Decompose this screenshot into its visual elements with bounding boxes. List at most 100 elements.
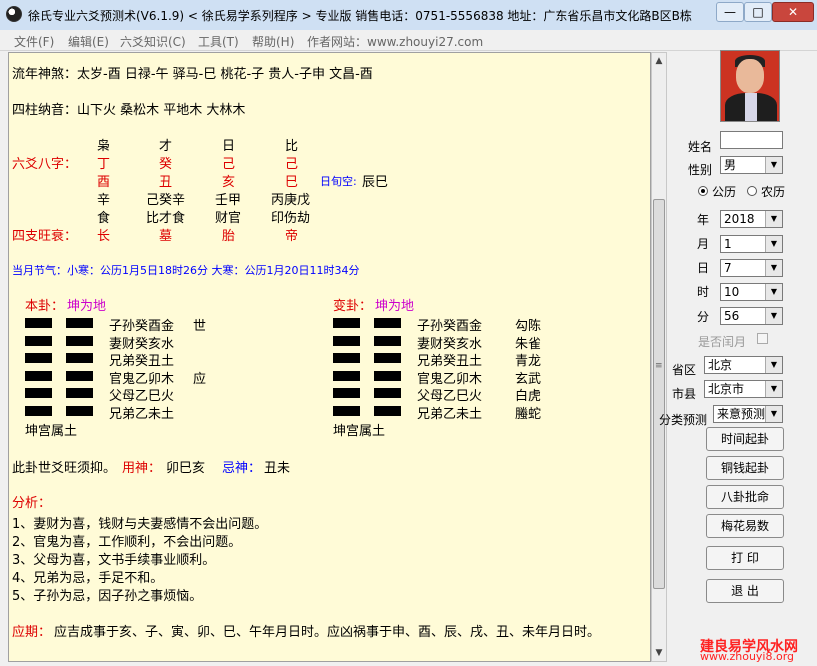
- minimize-button[interactable]: —: [716, 2, 744, 22]
- ben-yao-1-segment-1: [25, 318, 52, 328]
- menu-tools[interactable]: 工具(T): [198, 33, 239, 50]
- bian-yao-6-segment-2: [374, 405, 401, 416]
- bian-yao-1-segment-2: [374, 318, 401, 328]
- ben-yao-text-3: 兄弟癸丑土: [109, 354, 175, 369]
- month-select[interactable]: 1 ▼: [720, 235, 783, 253]
- yongshen-value: 卯巳亥: [166, 461, 206, 476]
- six-god-6: 螣蛇: [515, 406, 542, 422]
- bian-yao-text-3: 兄弟癸丑土: [417, 354, 483, 369]
- minute-label: 分: [697, 310, 710, 324]
- vertical-scrollbar[interactable]: ▲ ≡ ▼: [651, 52, 667, 662]
- hour-select[interactable]: 10 ▼: [720, 283, 783, 301]
- analysis-item-4: 4、兄弟为忌，手足不和。: [12, 571, 164, 586]
- day-value: 7: [724, 261, 732, 275]
- chevron-down-icon[interactable]: ▼: [765, 284, 782, 300]
- minute-select[interactable]: 56 ▼: [720, 307, 783, 325]
- canggan-1: 辛: [97, 193, 111, 208]
- canggan-shishen-1: 食: [97, 211, 111, 226]
- branch-2: 丑: [159, 175, 173, 190]
- six-god-1: 勾陈: [515, 319, 542, 334]
- city-select[interactable]: 北京市 ▼: [704, 380, 783, 398]
- six-god-3: 青龙: [515, 354, 542, 369]
- solar-radio[interactable]: [698, 186, 708, 196]
- chevron-down-icon[interactable]: ▼: [765, 308, 782, 324]
- branch-1: 酉: [97, 175, 111, 190]
- wangshuai-label: 四支旺衰：: [12, 229, 78, 244]
- year-value: 2018: [724, 212, 755, 226]
- lunar-radio[interactable]: [747, 186, 757, 196]
- province-value: 北京: [708, 358, 733, 372]
- canggan-shishen-4: 印伤劫: [271, 211, 311, 226]
- canggan-shishen-3: 财官: [215, 211, 242, 226]
- shishen-2: 才: [159, 139, 173, 154]
- bian-yao-text-5: 父母乙巳火: [417, 389, 483, 404]
- minute-value: 56: [724, 309, 740, 323]
- name-input[interactable]: [720, 131, 783, 149]
- shishen-3: 日: [222, 139, 236, 154]
- xunkong-value: 辰巳: [362, 175, 389, 190]
- chevron-down-icon[interactable]: ▼: [765, 211, 782, 227]
- branch-3: 亥: [222, 175, 236, 190]
- scroll-down-arrow-icon[interactable]: ▼: [652, 645, 666, 661]
- ben-yao-text-4: 官鬼乙卯木: [109, 371, 175, 387]
- month-label: 月: [697, 237, 710, 251]
- time-divination-button[interactable]: 时间起卦: [706, 427, 784, 451]
- ben-palace: 坤宫属土: [25, 424, 78, 439]
- stem-2: 癸: [159, 157, 173, 172]
- chevron-down-icon[interactable]: ▼: [765, 406, 782, 422]
- gender-label: 性别: [688, 163, 713, 177]
- analysis-label: 分析：: [12, 496, 52, 511]
- menu-help[interactable]: 帮助(H): [252, 33, 294, 50]
- six-god-5: 白虎: [515, 389, 542, 404]
- day-select[interactable]: 7 ▼: [720, 259, 783, 277]
- bian-yao-text-6: 兄弟乙未土: [417, 406, 483, 422]
- ben-yao-text-5: 父母乙巳火: [109, 389, 175, 404]
- bian-yao-5-segment-2: [374, 388, 401, 398]
- coin-divination-button[interactable]: 铜钱起卦: [706, 456, 784, 480]
- result-text-area[interactable]: 流年神煞：太岁-酉 日禄-午 驿马-巳 桃花-子 贵人-子申 文昌-酉 四柱纳音…: [8, 52, 651, 662]
- scroll-up-arrow-icon[interactable]: ▲: [652, 53, 666, 69]
- menu-liuyao-knowledge[interactable]: 六爻知识(C): [120, 33, 186, 50]
- menu-file[interactable]: 文件(F): [14, 33, 54, 50]
- chevron-down-icon[interactable]: ▼: [765, 157, 782, 173]
- canggan-shishen-2: 比才食: [146, 211, 186, 226]
- leap-month-checkbox[interactable]: [757, 333, 768, 344]
- bian-yao-6-segment-1: [333, 405, 360, 416]
- jishen-value: 丑未: [264, 461, 291, 476]
- chevron-down-icon[interactable]: ▼: [765, 381, 782, 397]
- menu-author-website[interactable]: 作者网站：www.zhouyi27.com: [307, 33, 483, 50]
- ben-yao-6-segment-2: [66, 405, 93, 416]
- menu-bar: 文件(F) 编辑(E) 六爻知识(C) 工具(T) 帮助(H) 作者网站：www…: [0, 30, 817, 51]
- window-title: 徐氏专业六爻预测术(V6.1.9) < 徐氏易学系列程序 > 专业版 销售电话：…: [28, 9, 692, 23]
- nayin-line: 四柱纳音：山下火 桑松木 平地木 大林木: [12, 103, 246, 118]
- chevron-down-icon[interactable]: ▼: [765, 236, 782, 252]
- chevron-down-icon[interactable]: ▼: [765, 357, 782, 373]
- stem-1: 丁: [97, 157, 111, 172]
- bian-yao-text-2: 妻财癸亥水: [417, 336, 483, 352]
- leap-month-label: 是否闰月: [698, 335, 747, 349]
- exit-button[interactable]: 退 出: [706, 579, 784, 603]
- ben-yao-6-segment-1: [25, 405, 52, 416]
- year-select[interactable]: 2018 ▼: [720, 210, 783, 228]
- menu-edit[interactable]: 编辑(E): [68, 33, 109, 50]
- ben-yao-text-2: 妻财癸亥水: [109, 336, 175, 352]
- maximize-button[interactable]: □: [744, 2, 772, 22]
- bian-yao-5-segment-1: [333, 388, 360, 398]
- bagua-fortune-button[interactable]: 八卦批命: [706, 485, 784, 509]
- province-select[interactable]: 北京 ▼: [704, 356, 783, 374]
- category-select[interactable]: 来意预测 ▼: [713, 405, 783, 423]
- ben-yao-mark-4: 应: [193, 371, 207, 387]
- meihua-yishu-button[interactable]: 梅花易数: [706, 514, 784, 538]
- shi-yao-note: 此卦世爻旺须抑。: [12, 461, 117, 476]
- six-god-4: 玄武: [515, 371, 542, 387]
- chevron-down-icon[interactable]: ▼: [765, 260, 782, 276]
- yingqi-value: 应吉成事于亥、子、寅、卯、巳、午年月日时。应凶祸事于申、酉、辰、戌、丑、未年月日…: [54, 625, 601, 640]
- gender-select[interactable]: 男 ▼: [720, 156, 783, 174]
- close-button[interactable]: ✕: [772, 2, 814, 22]
- ben-yao-text-1: 子孙癸酉金: [109, 319, 175, 334]
- bian-yao-3-segment-2: [374, 353, 401, 363]
- bian-yao-text-1: 子孙癸酉金: [417, 319, 483, 334]
- scrollbar-thumb[interactable]: [653, 199, 665, 589]
- ben-yao-5-segment-2: [66, 388, 93, 398]
- print-button[interactable]: 打 印: [706, 546, 784, 570]
